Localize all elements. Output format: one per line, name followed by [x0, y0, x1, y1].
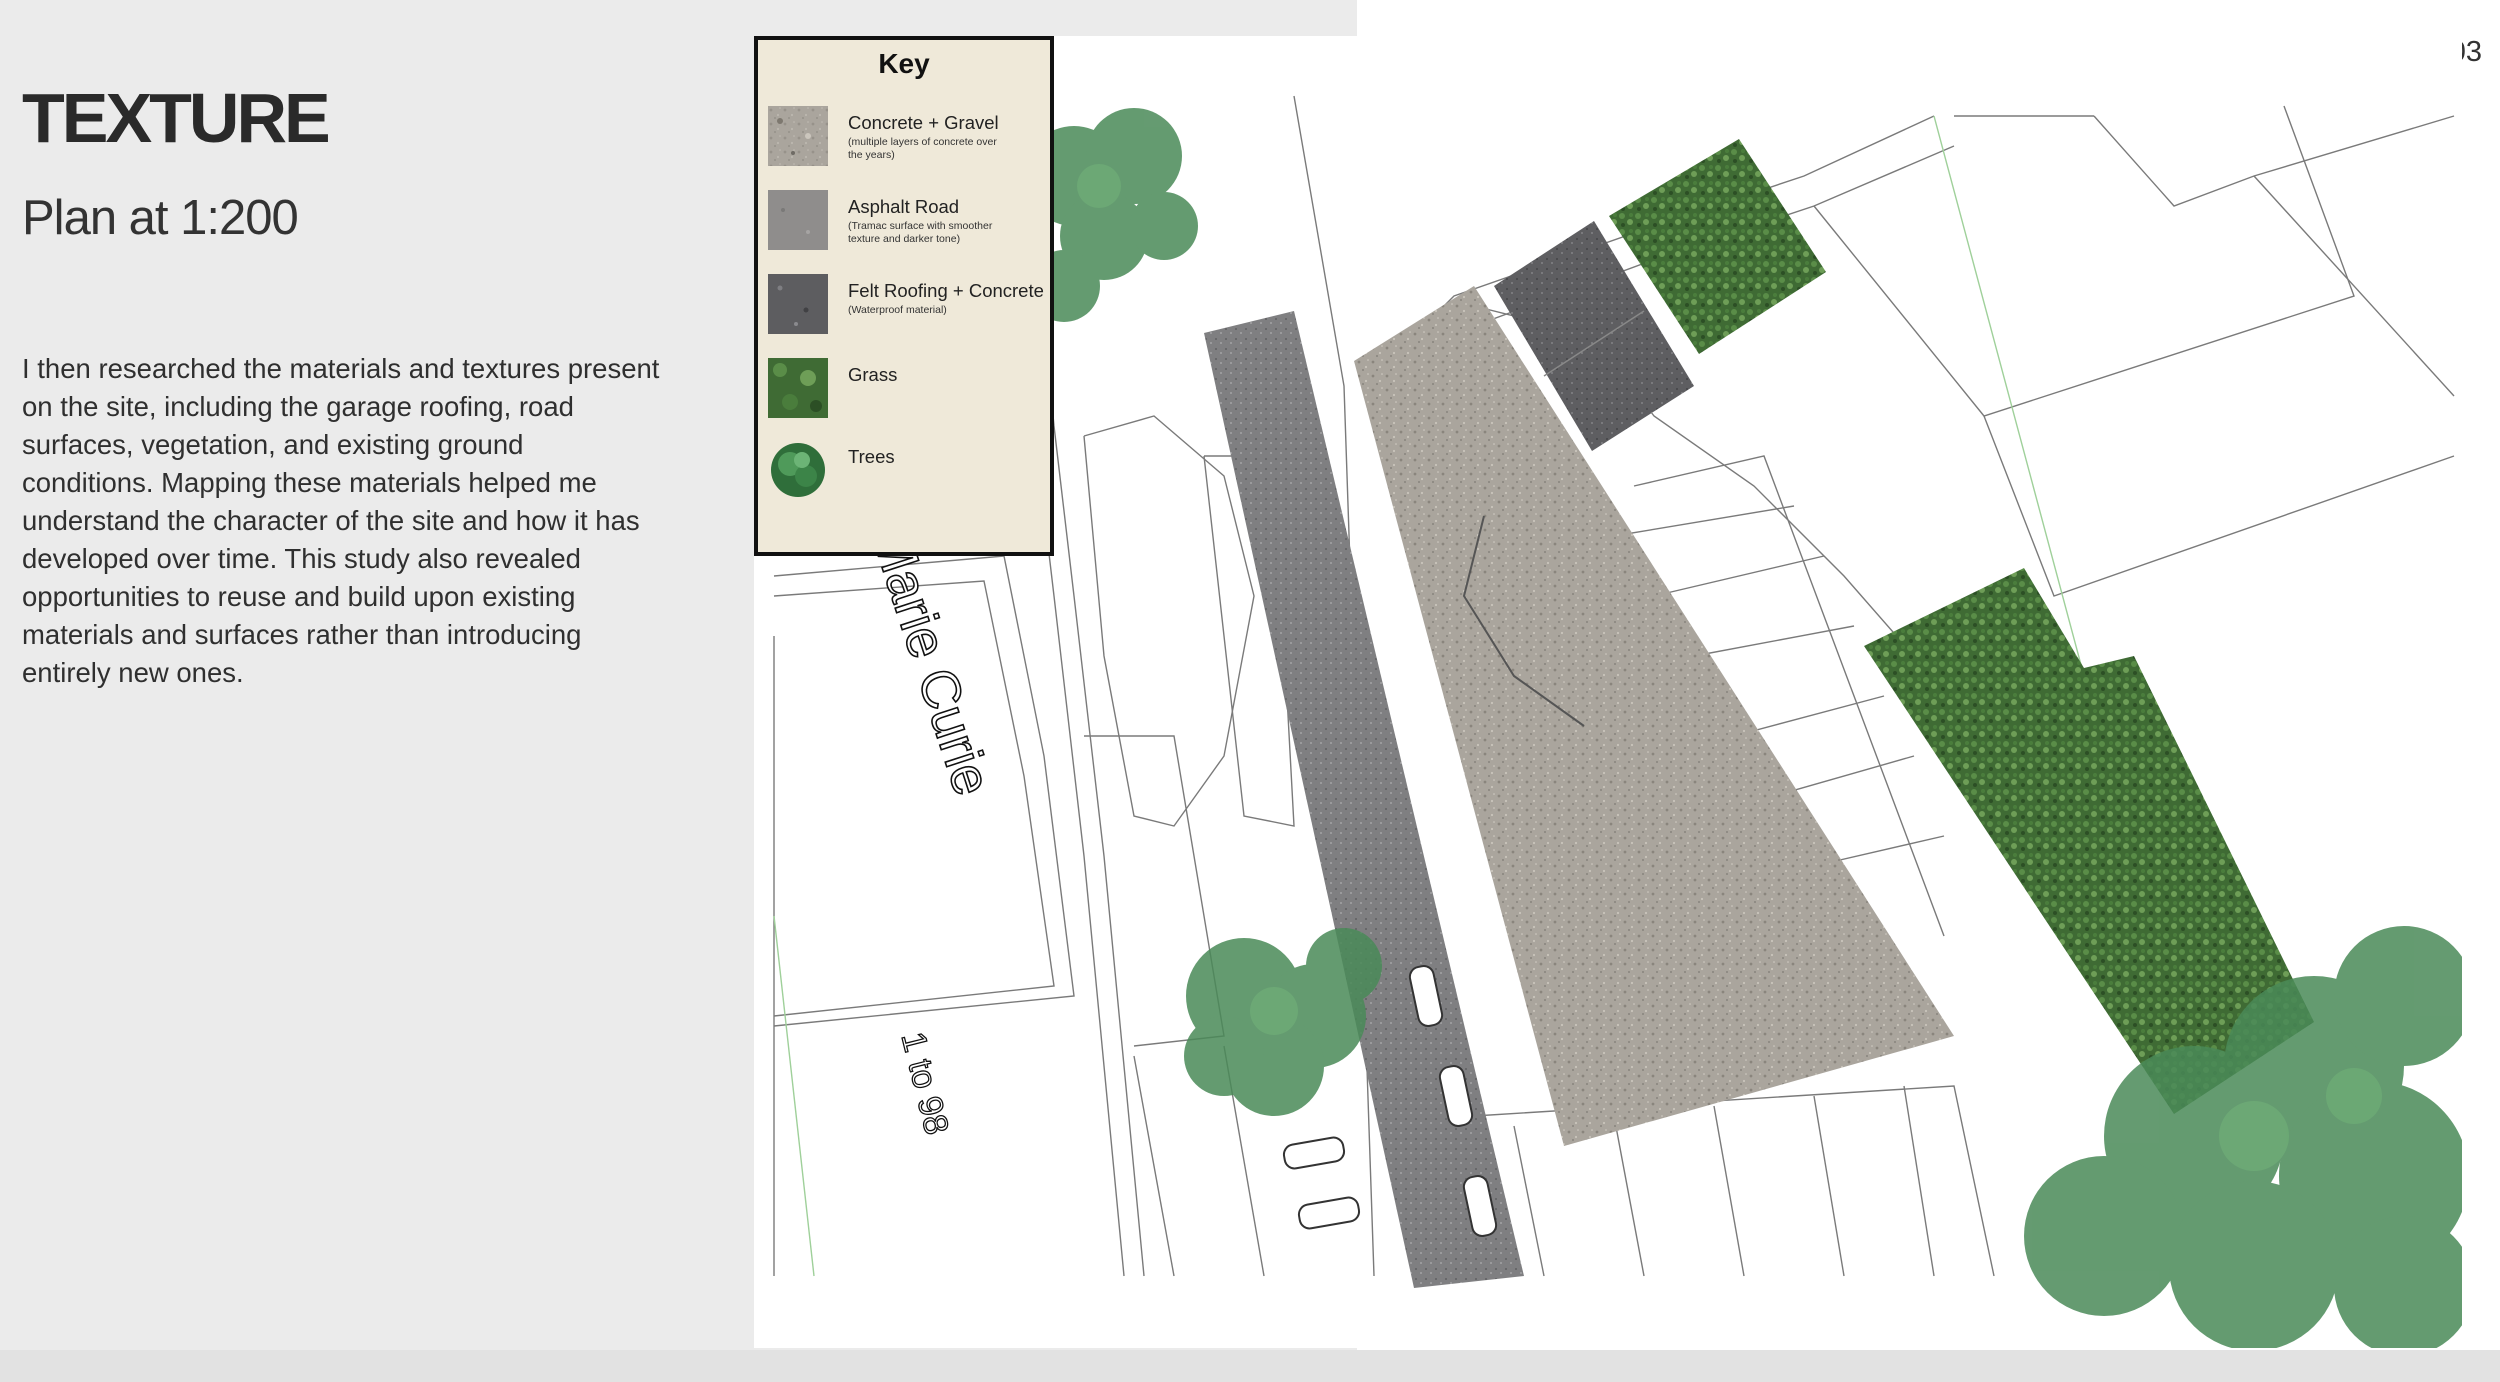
key-label: Asphalt Road	[848, 196, 960, 217]
concrete-gravel-swatch-icon	[768, 106, 828, 166]
grass-swatch-icon	[768, 358, 828, 418]
key-legend: Key Concrete + Gravel (multiple layers o…	[754, 36, 1054, 556]
key-label: Felt Roofing + Concrete	[848, 280, 1044, 301]
key-label: Concrete + Gravel	[848, 112, 999, 133]
tree-swatch-icon	[771, 443, 825, 497]
key-item-trees: Trees	[768, 440, 1044, 504]
key-item-asphalt: Asphalt Road (Tramac surface with smooth…	[768, 190, 1044, 254]
key-label: Grass	[848, 364, 898, 385]
key-note: (Tramac surface with smoother texture an…	[848, 220, 993, 245]
key-item-grass: Grass	[768, 358, 1044, 422]
key-title: Key	[878, 48, 930, 79]
page-subtitle: Plan at 1:200	[22, 191, 299, 245]
page-title: TEXTURE	[22, 79, 331, 157]
key-item-felt-roofing: Felt Roofing + Concrete (Waterproof mate…	[768, 274, 1044, 338]
key-label: Trees	[848, 446, 895, 467]
bottom-band	[0, 1350, 2500, 1382]
key-note: (multiple layers of concrete over the ye…	[848, 136, 997, 161]
description-paragraph: I then researched the materials and text…	[22, 353, 660, 688]
felt-roofing-swatch-icon	[768, 274, 828, 334]
key-item-concrete-gravel: Concrete + Gravel (multiple layers of co…	[768, 106, 1044, 170]
asphalt-swatch-icon	[768, 190, 828, 250]
key-note: (Waterproof material)	[848, 304, 947, 316]
